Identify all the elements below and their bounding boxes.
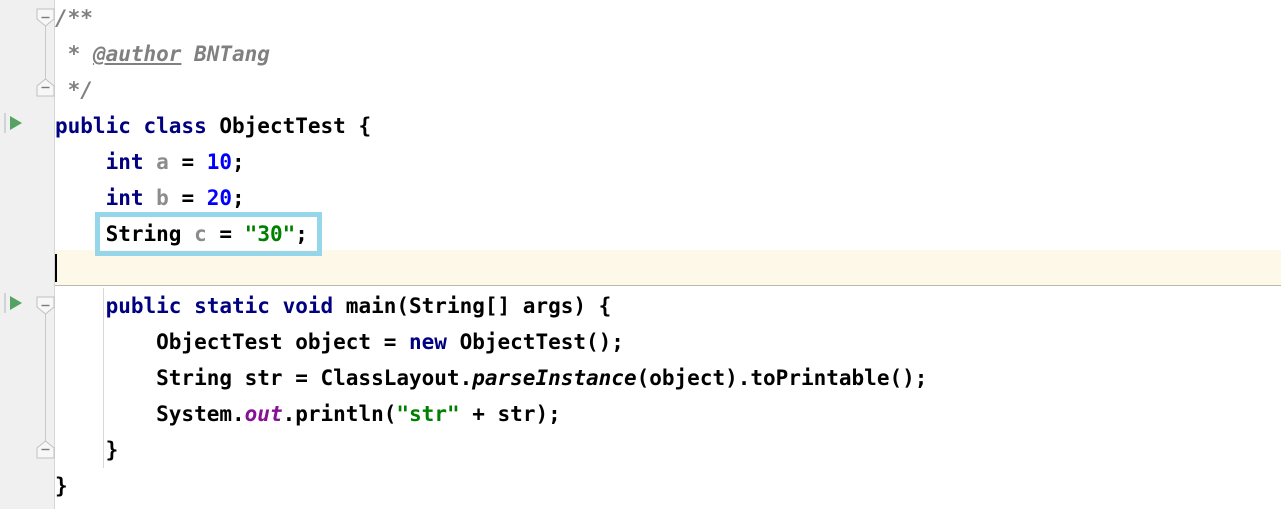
token-kw: public class	[55, 114, 220, 138]
token-plain: System.	[55, 402, 245, 426]
code-line-10[interactable]: ObjectTest object = new ObjectTest();	[55, 324, 624, 360]
token-plain: =	[168, 150, 207, 174]
fold-spine-0	[45, 17, 46, 87]
token-cmt: /**	[55, 6, 93, 30]
code-line-1[interactable]: /**	[55, 0, 93, 36]
play-icon	[10, 116, 22, 130]
token-plain: ;	[232, 150, 245, 174]
token-plain: }	[55, 474, 68, 498]
fold-javadoc-close[interactable]	[36, 78, 55, 97]
token-plain: }	[55, 438, 119, 462]
token-plain: String str = ClassLayout.	[55, 366, 473, 390]
token-field: a	[156, 150, 169, 174]
fold-method-close[interactable]	[36, 440, 55, 459]
run-marker-bar	[4, 113, 6, 133]
token-kw: int	[105, 186, 157, 210]
token-plain: ;	[232, 186, 245, 210]
token-static-m: parseInstance	[472, 366, 637, 390]
code-line-9[interactable]: public static void main(String[] args) {	[55, 288, 612, 324]
token-cmt-val: BNTang	[181, 42, 270, 66]
token-cmt-tag: @author	[92, 42, 182, 66]
run-class-marker[interactable]	[4, 112, 26, 134]
token-plain: ObjectTest object =	[55, 330, 410, 354]
code-line-3[interactable]: */	[55, 72, 93, 108]
run-marker-bar	[4, 293, 6, 313]
code-editor[interactable]: /** * @author BNTang */ public class Obje…	[0, 0, 1281, 509]
string-declaration-highlight	[95, 212, 322, 256]
code-line-2[interactable]: * @author BNTang	[55, 36, 270, 72]
code-line-4[interactable]: public class ObjectTest {	[55, 108, 371, 144]
code-line-11[interactable]: String str = ClassLayout.parseInstance(o…	[55, 360, 927, 396]
play-icon	[10, 296, 22, 310]
token-cmt: *	[55, 42, 93, 66]
code-line-12[interactable]: System.out.println("str" + str);	[55, 396, 561, 432]
token-num: 20	[206, 186, 233, 210]
fold-javadoc-open[interactable]	[36, 8, 55, 27]
token-static-f: out	[244, 402, 283, 426]
token-num: 10	[206, 150, 233, 174]
token-kw: new	[409, 330, 460, 354]
run-main-method-marker[interactable]	[4, 292, 26, 314]
token-plain: .println(	[282, 402, 397, 426]
token-field: b	[156, 186, 169, 210]
token-str: "str"	[396, 402, 460, 426]
text-caret	[55, 254, 57, 282]
fold-spine-1	[45, 305, 46, 449]
token-plain: =	[168, 186, 207, 210]
code-line-6[interactable]: int b = 20;	[55, 180, 245, 216]
token-plain: + str);	[459, 402, 561, 426]
code-line-13[interactable]: }	[55, 432, 119, 468]
token-plain: ObjectTest {	[219, 114, 372, 138]
editor-gutter[interactable]	[0, 0, 36, 509]
token-plain: main(String[] args) {	[345, 294, 612, 318]
token-plain: (object).toPrintable();	[636, 366, 928, 390]
code-line-5[interactable]: int a = 10;	[55, 144, 245, 180]
token-cmt: */	[55, 78, 93, 102]
fold-method-open[interactable]	[36, 296, 55, 315]
token-kw: public static void	[105, 294, 346, 318]
code-line-14[interactable]: }	[55, 468, 68, 504]
token-kw: int	[105, 150, 157, 174]
token-plain: ObjectTest();	[459, 330, 624, 354]
